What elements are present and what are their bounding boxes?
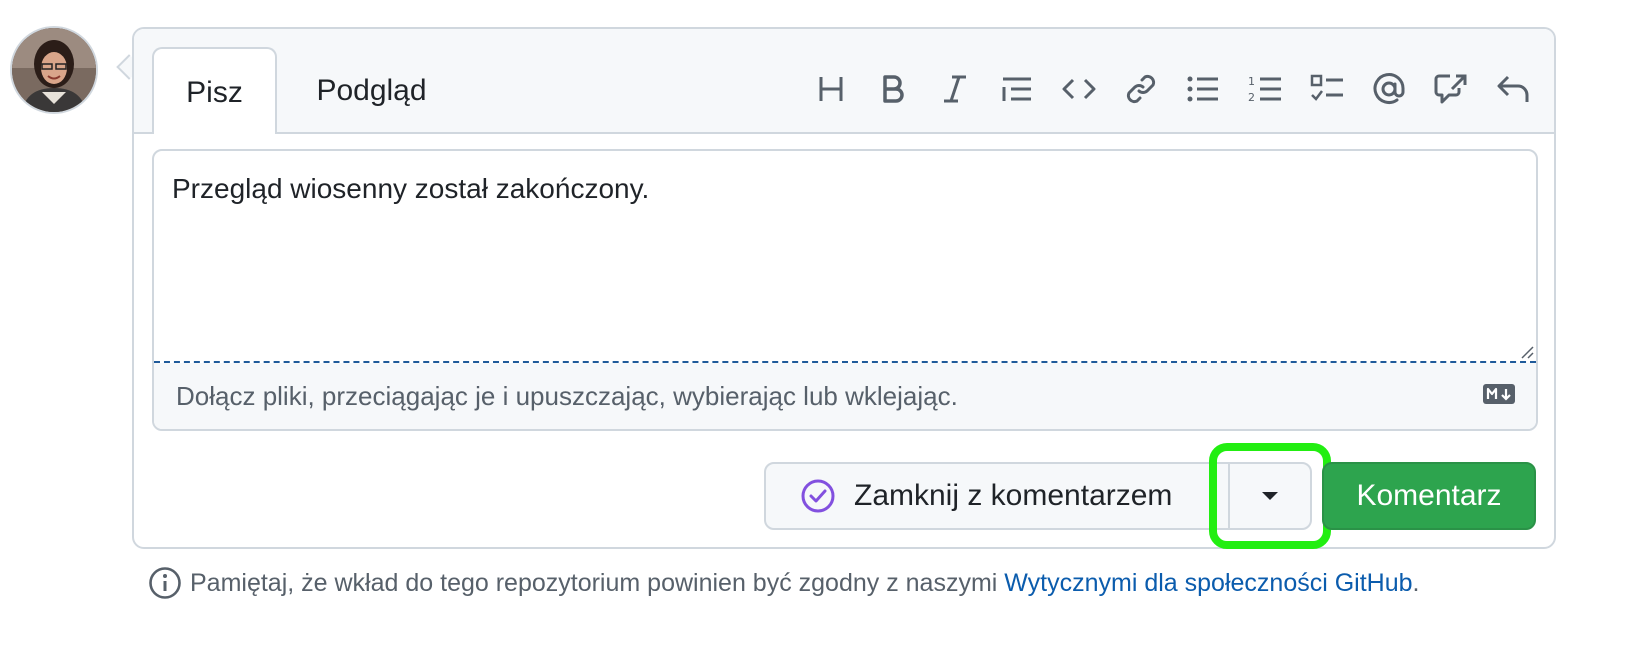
resize-handle-icon[interactable] [1518,343,1534,359]
mention-icon[interactable] [1366,65,1412,113]
guidelines-note: Pamiętaj, że wkład do tego repozytorium … [148,565,1420,601]
tab-preview[interactable]: Podgląd [284,47,459,134]
community-guidelines-link[interactable]: Wytycznymi dla społeczności GitHub [1004,569,1412,597]
file-attachment-area[interactable]: Dołącz pliki, przeciągając je i upuszcza… [154,363,1536,429]
svg-text:1: 1 [1248,75,1255,88]
markdown-icon[interactable] [1482,383,1516,405]
guidelines-suffix: . [1412,568,1420,597]
guidelines-text: Pamiętaj, że wkład do tego repozytorium … [190,568,998,597]
reply-icon[interactable] [1490,65,1536,113]
numbered-list-icon[interactable]: 12 [1242,65,1288,113]
attach-hint: Dołącz pliki, przeciągając je i upuszcza… [176,381,958,411]
comment-button[interactable]: Komentarz [1322,462,1536,530]
svg-text:2: 2 [1248,91,1255,104]
markdown-toolbar: 12 [808,65,1536,113]
info-icon [149,567,181,599]
heading-icon[interactable] [808,65,854,113]
italic-icon[interactable] [932,65,978,113]
editor-header: Pisz Podgląd 1 2 [134,29,1554,134]
comment-box: Pisz Podgląd 1 2 Przegląd wiosenny zosta… [132,27,1556,549]
avatar[interactable] [10,26,98,114]
comment-textarea[interactable]: Przegląd wiosenny został zakończony. Doł… [152,149,1538,431]
check-circle-icon [801,479,835,513]
tab-write[interactable]: Pisz [152,47,277,134]
quote-icon[interactable] [994,65,1040,113]
close-options-dropdown-button[interactable] [1228,462,1312,530]
task-list-icon[interactable] [1304,65,1350,113]
bullet-list-icon[interactable] [1180,65,1226,113]
close-with-comment-label: Zamknij z komentarzem [854,479,1173,512]
link-icon[interactable] [1118,65,1164,113]
triangle-down-icon [1262,492,1278,500]
bold-icon[interactable] [870,65,916,113]
comment-text[interactable]: Przegląd wiosenny został zakończony. [172,173,649,205]
code-icon[interactable] [1056,65,1102,113]
close-with-comment-button[interactable]: Zamknij z komentarzem [764,462,1292,530]
cross-reference-icon[interactable] [1428,65,1474,113]
